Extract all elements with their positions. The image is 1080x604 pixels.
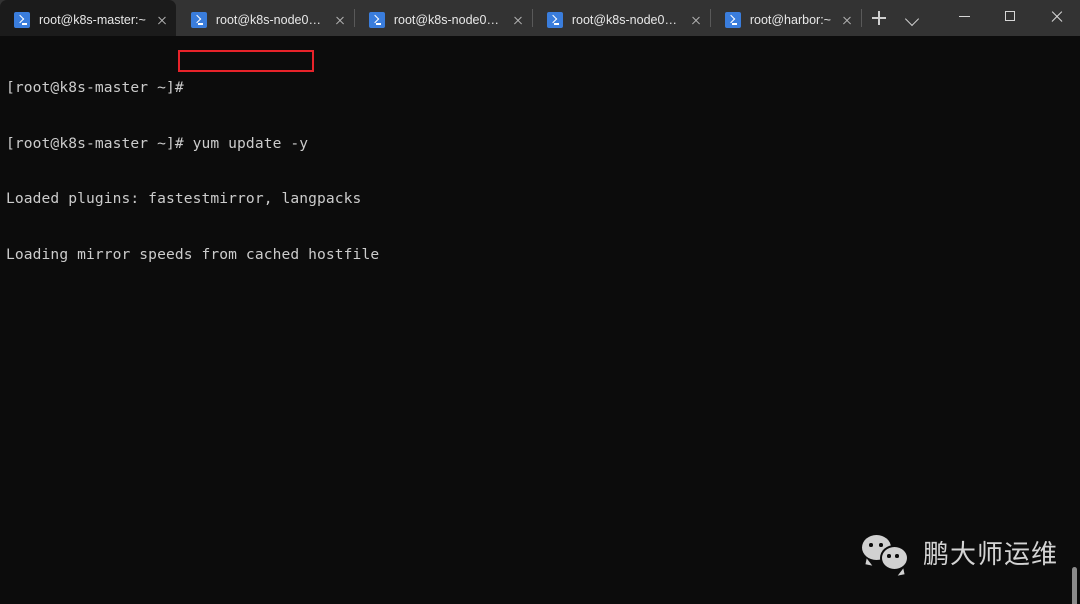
tab-root-k8s-node01[interactable]: root@k8s-node01:~ (177, 4, 354, 36)
watermark: 鹏大师运维 (862, 533, 1058, 571)
terminal-window: root@k8s-master:~ root@k8s-node01:~ root… (0, 0, 1080, 604)
terminal-line: [root@k8s-master ~]# (6, 79, 184, 96)
close-icon[interactable] (686, 10, 706, 30)
terminal-line-command: [root@k8s-master ~]# yum update -y (6, 134, 309, 152)
tab-root-k8s-node03[interactable]: root@k8s-node03:~ (533, 4, 710, 36)
tab-label: root@k8s-node02:~ (393, 13, 502, 27)
title-bar: root@k8s-master:~ root@k8s-node01:~ root… (0, 0, 1080, 36)
close-window-button[interactable] (1034, 0, 1080, 32)
tab-label: root@k8s-node03:~ (571, 13, 680, 27)
powershell-icon (190, 12, 207, 28)
close-icon[interactable] (330, 10, 350, 30)
tab-label: root@k8s-master:~ (39, 13, 146, 27)
tab-label: root@k8s-node01:~ (215, 13, 324, 27)
powershell-icon (368, 12, 385, 28)
powershell-icon (14, 12, 30, 28)
tab-strip: root@k8s-master:~ root@k8s-node01:~ root… (0, 0, 930, 36)
tab-root-harbor[interactable]: root@harbor:~ (711, 4, 861, 36)
close-icon[interactable] (508, 10, 528, 30)
window-controls (942, 0, 1080, 36)
scrollbar[interactable] (1068, 36, 1080, 604)
powershell-icon (546, 12, 563, 28)
powershell-icon (724, 12, 741, 28)
wechat-bubble-small (880, 545, 909, 571)
tab-root-k8s-node02[interactable]: root@k8s-node02:~ (355, 4, 532, 36)
tab-root-k8s-master[interactable]: root@k8s-master:~ (0, 0, 176, 36)
chevron-down-icon[interactable] (896, 2, 930, 34)
close-icon[interactable] (837, 10, 857, 30)
minimize-button[interactable] (942, 0, 988, 32)
terminal-output[interactable]: [root@k8s-master ~]# [root@k8s-master ~]… (0, 36, 1080, 604)
new-tab-button[interactable] (862, 2, 896, 34)
wechat-icon (862, 533, 912, 571)
tab-label: root@harbor:~ (749, 13, 831, 27)
close-icon[interactable] (152, 10, 172, 30)
scrollbar-thumb[interactable] (1072, 567, 1077, 604)
watermark-text: 鹏大师运维 (923, 539, 1059, 570)
terminal-line: Loaded plugins: fastestmirror, langpacks (6, 190, 362, 207)
maximize-button[interactable] (988, 0, 1034, 32)
terminal-line: Loading mirror speeds from cached hostfi… (6, 245, 380, 263)
